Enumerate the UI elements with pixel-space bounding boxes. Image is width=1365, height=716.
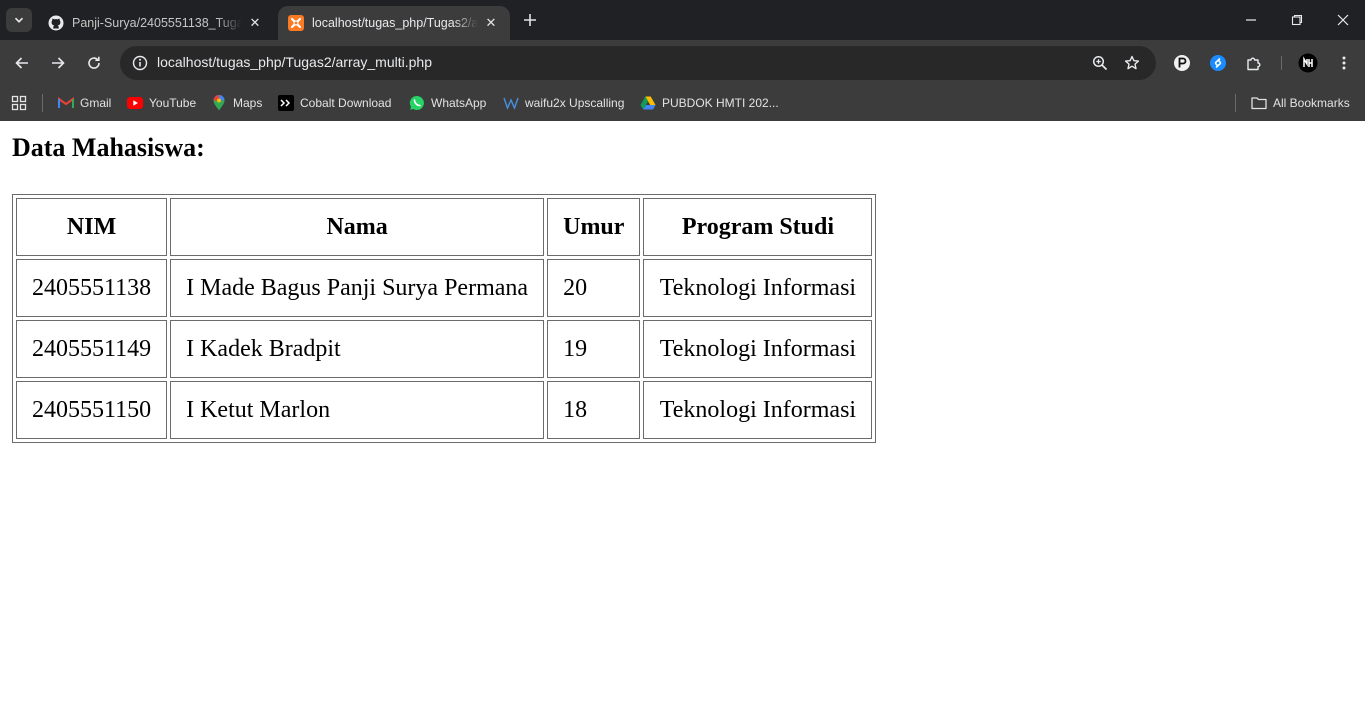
arrow-left-icon (15, 57, 28, 69)
bookmark-label: YouTube (149, 96, 197, 110)
tab-title: Panji-Surya/2405551138_Tugas (72, 16, 242, 30)
google-drive-icon (640, 95, 656, 111)
bookmark-label: Gmail (80, 96, 112, 110)
cell-umur: 20 (547, 259, 641, 317)
chevron-down-icon (14, 17, 24, 23)
tab-search-button[interactable] (6, 8, 32, 32)
menu-kebab-icon[interactable] (1332, 51, 1356, 75)
table-row: 2405551150 I Ketut Marlon 18 Teknologi I… (16, 381, 873, 439)
close-tab-icon[interactable]: ✕ (246, 14, 264, 32)
column-header-nim: NIM (16, 198, 168, 256)
site-info-icon[interactable] (128, 51, 152, 75)
plus-icon (524, 14, 536, 26)
whatsapp-icon (409, 95, 425, 111)
student-table: NIM Nama Umur Program Studi 2405551138 I… (12, 194, 877, 443)
cell-nama: I Made Bagus Panji Surya Permana (170, 259, 545, 317)
cell-program-studi: Teknologi Informasi (643, 259, 873, 317)
bookmark-label: WhatsApp (431, 96, 487, 110)
tab-strip: Panji-Surya/2405551138_Tugas ✕ localhost… (0, 0, 1365, 40)
bookmark-cobalt[interactable]: Cobalt Download (278, 92, 391, 114)
browser-toolbar: localhost/tugas_php/Tugas2/array_multi.p… (0, 40, 1365, 86)
restore-icon (1291, 14, 1303, 26)
tab-title: localhost/tugas_php/Tugas2/array_multi.p… (312, 16, 478, 30)
tab-localhost[interactable]: localhost/tugas_php/Tugas2/array_multi.p… (278, 6, 510, 40)
gmail-icon (58, 95, 74, 111)
toolbar-divider (1281, 56, 1282, 70)
cell-program-studi: Teknologi Informasi (643, 320, 873, 378)
cell-umur: 18 (547, 381, 641, 439)
close-window-button[interactable] (1320, 6, 1365, 34)
table-row: 2405551138 I Made Bagus Panji Surya Perm… (16, 259, 873, 317)
column-header-program-studi: Program Studi (643, 198, 873, 256)
reload-icon (88, 56, 100, 69)
bookmarks-bar: Gmail YouTube Maps Cobalt Download Whats… (0, 86, 1365, 121)
cell-program-studi: Teknologi Informasi (643, 381, 873, 439)
bookmark-youtube[interactable]: YouTube (127, 92, 196, 114)
cell-nim: 2405551149 (16, 320, 168, 378)
reload-button[interactable] (80, 49, 108, 77)
address-bar[interactable]: localhost/tugas_php/Tugas2/array_multi.p… (120, 46, 1156, 80)
new-tab-button[interactable] (518, 9, 542, 31)
arrow-right-icon (52, 57, 65, 69)
bookmark-label: Cobalt Download (300, 96, 392, 110)
table-row: 2405551149 I Kadek Bradpit 19 Teknologi … (16, 320, 873, 378)
all-bookmarks-button[interactable]: All Bookmarks (1251, 92, 1350, 114)
close-tab-icon[interactable]: ✕ (482, 14, 500, 32)
minimize-button[interactable] (1228, 6, 1274, 34)
bookmark-maps[interactable]: Maps (211, 92, 262, 114)
back-button[interactable] (8, 49, 36, 77)
forward-button[interactable] (44, 49, 72, 77)
column-header-nama: Nama (170, 198, 545, 256)
waifu2x-icon (503, 95, 519, 111)
bookmarks-divider (1235, 94, 1236, 112)
bookmark-label: PUBDOK HMTI 202... (662, 96, 779, 110)
bookmark-whatsapp[interactable]: WhatsApp (409, 92, 486, 114)
extension-p-icon[interactable] (1170, 51, 1194, 75)
cell-nim: 2405551138 (16, 259, 168, 317)
url-text[interactable]: localhost/tugas_php/Tugas2/array_multi.p… (157, 54, 432, 70)
bookmark-label: waifu2x Upscalling (525, 96, 625, 110)
bookmark-pubdok[interactable]: PUBDOK HMTI 202... (640, 92, 779, 114)
minimize-icon (1246, 19, 1256, 21)
bookmark-waifu2x[interactable]: waifu2x Upscalling (503, 92, 624, 114)
restore-button[interactable] (1274, 6, 1320, 34)
page-content: Data Mahasiswa: NIM Nama Umur Program St… (0, 121, 1365, 716)
table-header-row: NIM Nama Umur Program Studi (16, 198, 873, 256)
column-header-umur: Umur (547, 198, 641, 256)
maps-icon (211, 95, 227, 111)
folder-icon (1251, 95, 1267, 111)
cell-nim: 2405551150 (16, 381, 168, 439)
tab-github[interactable]: Panji-Surya/2405551138_Tugas ✕ (38, 6, 274, 40)
bookmarks-divider (42, 94, 43, 112)
bookmark-star-icon[interactable] (1120, 51, 1144, 75)
close-icon (1337, 14, 1349, 26)
github-icon (48, 15, 64, 31)
all-bookmarks-label: All Bookmarks (1273, 96, 1350, 110)
cell-nama: I Ketut Marlon (170, 381, 545, 439)
shazam-icon[interactable] (1206, 51, 1230, 75)
profile-avatar[interactable] (1296, 51, 1320, 75)
page-title: Data Mahasiswa: (12, 133, 205, 162)
youtube-icon (127, 95, 143, 111)
cell-umur: 19 (547, 320, 641, 378)
cobalt-icon (278, 95, 294, 111)
xampp-icon (288, 15, 304, 31)
apps-grid-icon[interactable] (11, 92, 27, 114)
bookmark-gmail[interactable]: Gmail (58, 92, 111, 114)
zoom-icon[interactable] (1088, 51, 1112, 75)
bookmark-label: Maps (233, 96, 263, 110)
puzzle-extensions-icon[interactable] (1242, 51, 1266, 75)
cell-nama: I Kadek Bradpit (170, 320, 545, 378)
